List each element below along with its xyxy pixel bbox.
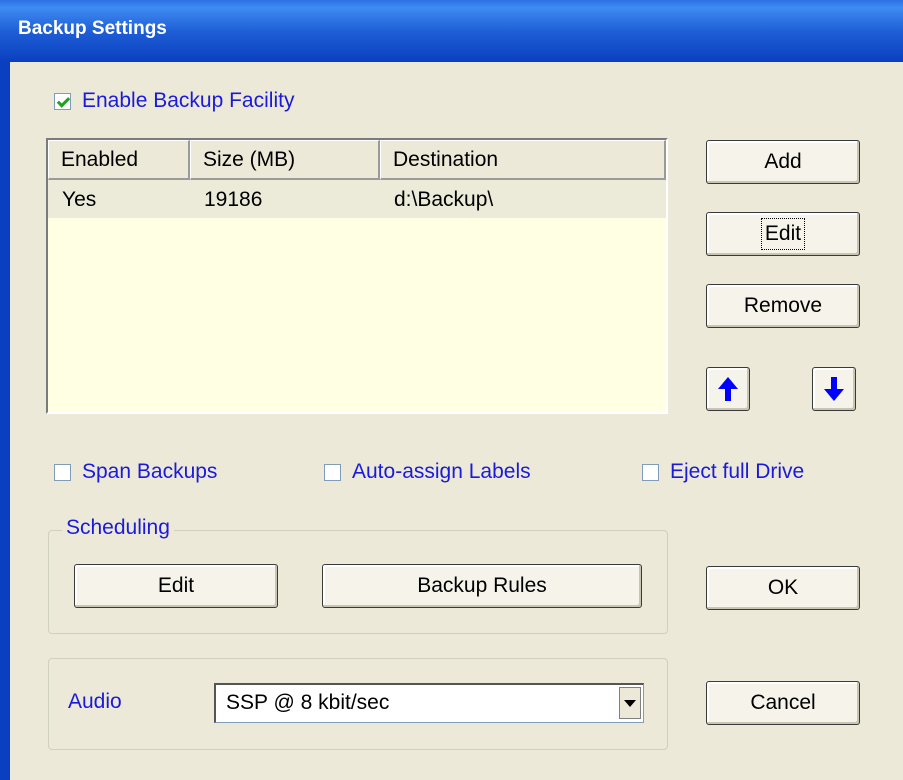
auto-assign-labels-label: Auto-assign Labels [352,460,531,483]
window-title: Backup Settings [18,18,167,39]
dropdown-arrow-icon[interactable] [619,687,641,719]
schedule-edit-button[interactable]: Edit [74,564,278,608]
checkbox-unchecked-icon[interactable] [54,463,71,481]
edit-destination-button[interactable]: Edit [706,212,860,256]
eject-full-drive-label: Eject full Drive [670,460,805,483]
list-header: Enabled Size (MB) Destination [48,140,666,180]
add-button-label: Add [764,150,802,173]
cell-size: 19186 [204,188,263,211]
cancel-button[interactable]: Cancel [706,681,860,725]
column-header-destination[interactable]: Destination [380,140,666,180]
list-row[interactable]: Yes 19186 d:\Backup\ [48,180,666,218]
column-header-size[interactable]: Size (MB) [190,140,380,180]
add-button[interactable]: Add [706,140,860,184]
arrow-up-icon [718,377,738,401]
edit-button-label: Edit [760,218,806,250]
title-bar[interactable]: Backup Settings [0,0,903,62]
span-backups-checkbox[interactable]: Span Backups [54,460,217,484]
move-up-button[interactable] [706,367,750,411]
cell-enabled: Yes [62,188,97,211]
auto-assign-labels-checkbox[interactable]: Auto-assign Labels [324,460,531,484]
span-backups-label: Span Backups [82,460,218,483]
remove-button[interactable]: Remove [706,284,860,328]
backup-rules-label: Backup Rules [417,574,547,597]
audio-codec-select[interactable]: SSP @ 8 kbit/sec [214,683,644,723]
enable-backup-checkbox[interactable]: Enable Backup Facility [54,89,294,113]
schedule-edit-label: Edit [157,574,195,597]
move-down-button[interactable] [812,367,856,411]
cancel-button-label: Cancel [750,691,816,714]
audio-label: Audio [68,690,122,713]
ok-button-label: OK [767,576,799,599]
enable-backup-label: Enable Backup Facility [82,89,295,112]
backup-destination-list[interactable]: Enabled Size (MB) Destination Yes 19186 … [46,138,668,414]
checkbox-checked-icon[interactable] [54,92,71,110]
audio-codec-value: SSP @ 8 kbit/sec [226,691,390,714]
eject-full-drive-checkbox[interactable]: Eject full Drive [642,460,804,484]
window-left-border [0,62,10,780]
arrow-down-icon [824,377,844,401]
backup-rules-button[interactable]: Backup Rules [322,564,642,608]
scheduling-group-label: Scheduling [62,516,174,540]
cell-destination: d:\Backup\ [394,188,494,211]
column-header-enabled[interactable]: Enabled [48,140,190,180]
ok-button[interactable]: OK [706,566,860,610]
backup-settings-window: Backup Settings Enable Backup Facility E… [0,0,903,780]
checkbox-unchecked-icon[interactable] [324,463,341,481]
remove-button-label: Remove [743,294,823,317]
checkbox-unchecked-icon[interactable] [642,463,659,481]
